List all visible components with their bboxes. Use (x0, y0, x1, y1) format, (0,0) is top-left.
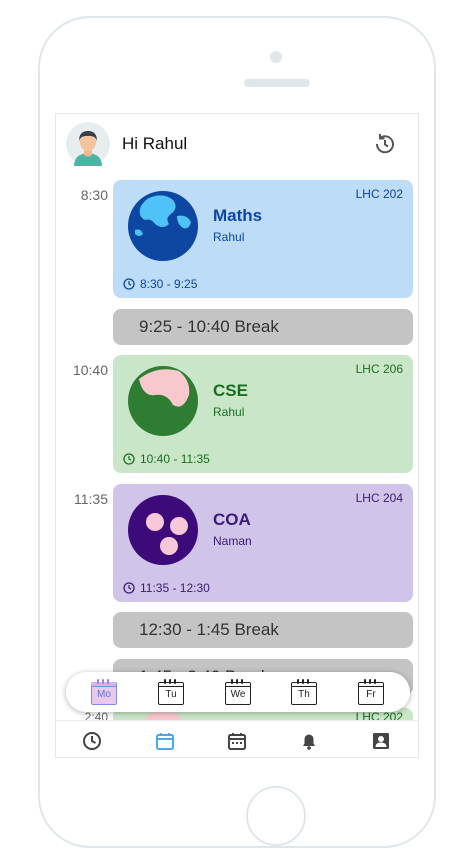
clock-icon[interactable] (82, 731, 102, 751)
time-label: 8:30 (80, 187, 108, 203)
planet-icon (128, 366, 198, 436)
day-label: Th (298, 689, 310, 700)
greeting-text: Hi Rahul (122, 134, 188, 153)
day-label: Tu (165, 689, 177, 700)
history-icon[interactable] (372, 131, 398, 157)
day-label: We (230, 689, 246, 700)
class-card-maths[interactable]: LHC 202 Maths Rahul 8:30 - 9:25 (113, 180, 413, 298)
day-label: Fr (366, 689, 376, 700)
room-label: LHC 202 (355, 187, 403, 201)
front-camera (270, 51, 282, 63)
class-time-range: 8:30 - 9:25 (140, 277, 198, 291)
calendar-icon[interactable] (155, 731, 175, 751)
teacher-name: Rahul (213, 230, 245, 244)
clock-icon (123, 582, 135, 594)
class-time-range: 11:35 - 12:30 (140, 581, 210, 595)
room-label: LHC 204 (355, 491, 403, 505)
bell-icon[interactable] (299, 731, 319, 751)
time-label: 10:40 (72, 362, 108, 378)
day-tab-fr[interactable]: Fr (357, 678, 385, 706)
clock-icon (123, 278, 135, 290)
break-row: 12:30 - 1:45 Break (113, 612, 413, 648)
bottom-navigation (56, 720, 418, 757)
globe-icon (128, 191, 198, 261)
home-button[interactable] (246, 786, 306, 846)
day-tab-we[interactable]: We (224, 678, 252, 706)
time-label: 11:35 (74, 491, 108, 507)
class-card-coa[interactable]: LHC 204 COA Naman 11:35 - 12:30 (113, 484, 413, 602)
day-label: Mo (97, 689, 111, 700)
course-title: Maths (213, 206, 263, 225)
contact-card-icon[interactable] (371, 731, 391, 751)
break-row: 9:25 - 10:40 Break (113, 309, 413, 345)
class-time-range: 10:40 - 11:35 (140, 452, 210, 466)
course-title: COA (213, 510, 251, 529)
earpiece-speaker (244, 79, 310, 87)
day-tab-mo[interactable]: Mo (90, 678, 118, 706)
clock-icon (123, 453, 135, 465)
teacher-name: Naman (213, 534, 252, 548)
app-screen: Hi Rahul 8:30 LHC 202 Maths Rahul 8:30 -… (55, 113, 419, 758)
course-title: CSE (213, 381, 248, 400)
user-avatar-icon[interactable] (66, 122, 110, 166)
calendar-grid-icon[interactable] (227, 731, 247, 751)
day-tab-tu[interactable]: Tu (157, 678, 185, 706)
room-label: LHC 206 (355, 362, 403, 376)
teacher-name: Rahul (213, 405, 245, 419)
day-selector: Mo Tu We Th Fr (66, 672, 410, 712)
class-card-cse[interactable]: LHC 206 CSE Rahul 10:40 - 11:35 (113, 355, 413, 473)
app-header: Hi Rahul (56, 114, 418, 172)
day-tab-th[interactable]: Th (290, 678, 318, 706)
moon-icon (128, 495, 198, 565)
